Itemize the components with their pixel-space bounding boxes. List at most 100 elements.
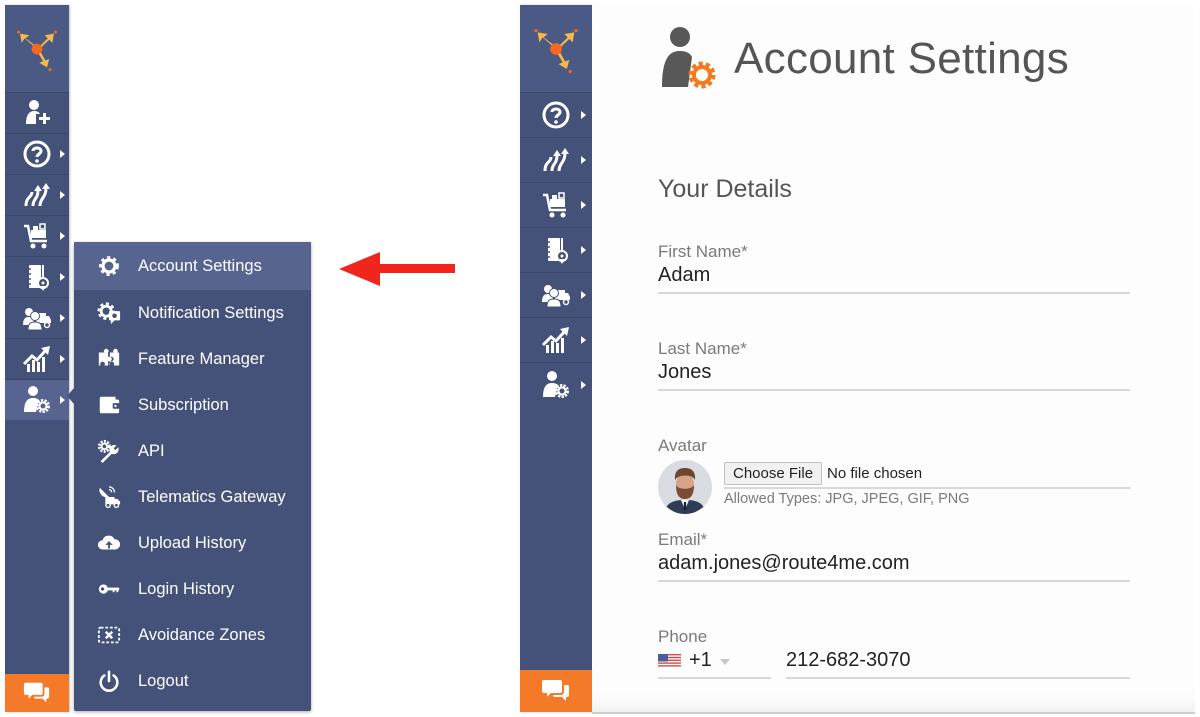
menu-item-avoidance-zones[interactable]: Avoidance Zones	[74, 612, 311, 658]
choose-file-button[interactable]: Choose File	[724, 462, 823, 485]
us-flag-icon	[658, 653, 681, 668]
menu-item-label: Notification Settings	[138, 303, 284, 322]
account-settings-icon	[662, 27, 716, 89]
notification-gear-icon	[96, 301, 122, 325]
wallet-icon	[96, 393, 122, 417]
route4me-logo[interactable]	[520, 5, 592, 92]
avatar-label: Avatar	[658, 436, 707, 455]
annotation-arrow-icon	[339, 252, 455, 286]
email-label: Email*	[658, 530, 708, 549]
menu-item-label: API	[138, 441, 165, 460]
country-code: +1	[689, 649, 712, 671]
dropdown-arrow-icon	[719, 659, 730, 665]
sidebar-item-team[interactable]	[5, 297, 69, 338]
phone-field: Phone +1 212-682-3070	[658, 627, 1130, 679]
section-title: Your Details	[658, 175, 792, 203]
caret-right-icon	[581, 201, 586, 209]
page-title: Account Settings	[734, 34, 1069, 83]
caret-right-icon	[60, 232, 65, 240]
file-status: No file chosen	[827, 465, 923, 482]
email-field: Email* adam.jones@route4me.com	[658, 530, 1130, 582]
sidebar-item-user-settings[interactable]	[520, 362, 592, 407]
sidebar-item-analytics[interactable]	[5, 338, 69, 379]
caret-right-icon	[60, 355, 65, 363]
first-name-field: First Name* Adam	[658, 242, 1130, 294]
help-icon	[22, 139, 52, 169]
sidebar-item-team[interactable]	[520, 272, 592, 317]
routes-icon	[22, 180, 52, 210]
sidebar-item-user-settings[interactable]	[5, 379, 69, 420]
menu-item-account-settings[interactable]: Account Settings	[74, 242, 311, 290]
caret-right-icon	[60, 191, 65, 199]
help-icon	[541, 100, 571, 130]
phone-label: Phone	[658, 627, 708, 646]
sidebar-item-routes[interactable]	[5, 174, 69, 215]
menu-item-logout[interactable]: Logout	[74, 658, 311, 704]
caret-right-icon	[581, 156, 586, 164]
account-settings-page: Account Settings Your Details First Name…	[592, 5, 1195, 714]
sidebar-item-orders[interactable]	[520, 182, 592, 227]
address-book-icon	[541, 235, 571, 265]
menu-item-upload-history[interactable]: Upload History	[74, 520, 311, 566]
caret-right-icon	[60, 314, 65, 322]
menu-item-feature-manager[interactable]: Feature Manager	[74, 336, 311, 382]
user-settings-icon	[541, 370, 571, 400]
chat-button[interactable]	[5, 674, 69, 712]
cart-icon	[541, 190, 571, 220]
first-name-input[interactable]: Adam	[658, 264, 1130, 294]
team-vehicle-icon	[22, 303, 52, 333]
menu-item-login-history[interactable]: Login History	[74, 566, 311, 612]
page-header: Account Settings	[658, 25, 1069, 93]
power-icon	[96, 669, 122, 693]
caret-right-icon	[581, 336, 586, 344]
chat-icon	[23, 679, 51, 707]
menu-item-label: Subscription	[138, 395, 229, 414]
chat-button[interactable]	[520, 670, 592, 712]
caret-right-icon	[581, 111, 586, 119]
cart-icon	[22, 221, 52, 251]
menu-item-label: Avoidance Zones	[138, 625, 266, 644]
gear-icon	[96, 254, 122, 278]
team-vehicle-icon	[541, 280, 571, 310]
phone-input[interactable]: 212-682-3070	[786, 649, 1130, 679]
caret-right-icon	[60, 273, 65, 281]
menu-item-label: Feature Manager	[138, 349, 265, 368]
email-input[interactable]: adam.jones@route4me.com	[658, 552, 1130, 582]
menu-item-notification-settings[interactable]: Notification Settings	[74, 290, 311, 336]
menu-item-telematics-gateway[interactable]: Telematics Gateway	[74, 474, 311, 520]
sidebar-item-help[interactable]	[520, 92, 592, 137]
sidebar-item-orders[interactable]	[5, 215, 69, 256]
chat-icon	[541, 676, 571, 706]
menu-item-label: Account Settings	[138, 256, 262, 275]
sidebar-item-help[interactable]	[5, 133, 69, 174]
menu-item-label: Logout	[138, 671, 189, 690]
menu-item-api[interactable]: API	[74, 428, 311, 474]
country-code-select[interactable]: +1	[658, 649, 771, 679]
last-name-label: Last Name*	[658, 339, 747, 358]
allowed-types-hint: Allowed Types: JPG, JPEG, GIF, PNG	[724, 491, 970, 507]
last-name-input[interactable]: Jones	[658, 361, 1130, 391]
logo-icon	[14, 26, 60, 72]
menu-item-label: Upload History	[138, 533, 247, 552]
analytics-icon	[541, 325, 571, 355]
sidebar-item-routes[interactable]	[520, 137, 592, 182]
left-sidebar	[5, 5, 69, 712]
sidebar-item-analytics[interactable]	[520, 317, 592, 362]
key-icon	[96, 577, 122, 601]
sidebar-item-address-book[interactable]	[5, 256, 69, 297]
menu-item-label: Login History	[138, 579, 235, 598]
analytics-icon	[22, 344, 52, 374]
last-name-field: Last Name* Jones	[658, 339, 1130, 391]
address-book-icon	[22, 262, 52, 292]
menu-item-subscription[interactable]: Subscription	[74, 382, 311, 428]
first-name-label: First Name*	[658, 242, 748, 261]
avatar	[658, 460, 712, 514]
sidebar-item-add-user[interactable]	[5, 92, 69, 133]
user-settings-icon	[22, 385, 52, 415]
avatar-field: Avatar Choose File No file chosen Allowe…	[658, 436, 1130, 514]
routes-icon	[541, 145, 571, 175]
menu-item-label: Telematics Gateway	[138, 487, 286, 506]
route4me-logo[interactable]	[5, 5, 69, 92]
add-user-icon	[22, 98, 52, 128]
sidebar-item-address-book[interactable]	[520, 227, 592, 272]
